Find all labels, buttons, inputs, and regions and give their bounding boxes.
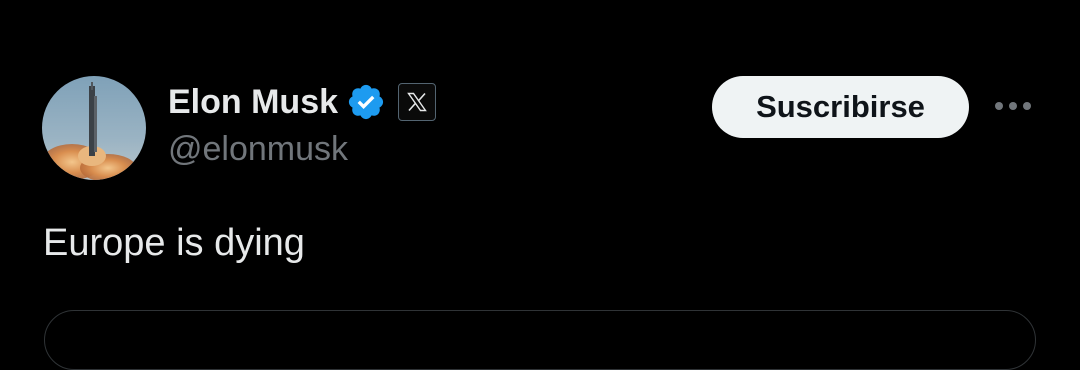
subscribe-button[interactable]: Suscribirse [712,76,969,138]
media-card[interactable] [44,310,1036,370]
tweet[interactable]: Elon Musk @elonmusk Suscribirse Europe i… [0,0,1080,370]
tweet-text: Europe is dying [43,222,305,264]
more-options-icon[interactable] [990,88,1036,124]
verified-badge-icon[interactable] [346,82,386,122]
author-display-name[interactable]: Elon Musk [168,83,338,122]
author-handle[interactable]: @elonmusk [168,130,348,169]
author-avatar[interactable] [42,76,146,180]
x-logo-icon[interactable] [398,83,437,121]
